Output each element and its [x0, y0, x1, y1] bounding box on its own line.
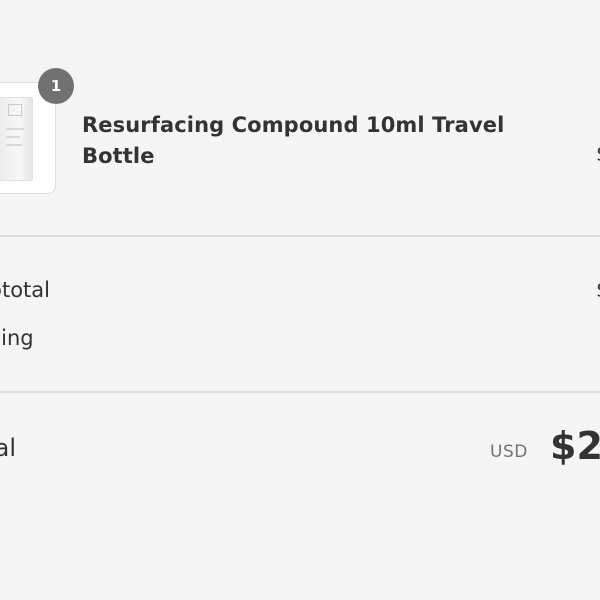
quantity-badge: 1 [38, 68, 74, 104]
bottle-logo-mark [8, 104, 22, 116]
product-name: Resurfacing Compound 10ml Travel Bottle [82, 113, 505, 168]
shipping-label: Shipping [0, 326, 34, 350]
line-item: 1 Resurfacing Compound 10ml Travel Bottl… [0, 0, 600, 236]
bottle-label-line [6, 128, 24, 130]
divider [0, 235, 600, 237]
bottle-label-line [6, 136, 20, 138]
divider [0, 391, 600, 393]
bottle-image [0, 97, 33, 181]
subtotal-label: Subtotal [0, 278, 50, 302]
currency-code: USD [490, 442, 528, 462]
total-label: Total [0, 434, 17, 462]
bottle-label-line [6, 144, 22, 146]
product-price: $ [596, 142, 600, 166]
order-summary-panel: 1 Resurfacing Compound 10ml Travel Bottl… [0, 0, 600, 600]
subtotal-value: $ [596, 278, 600, 302]
total-amount: $20 [550, 424, 600, 468]
